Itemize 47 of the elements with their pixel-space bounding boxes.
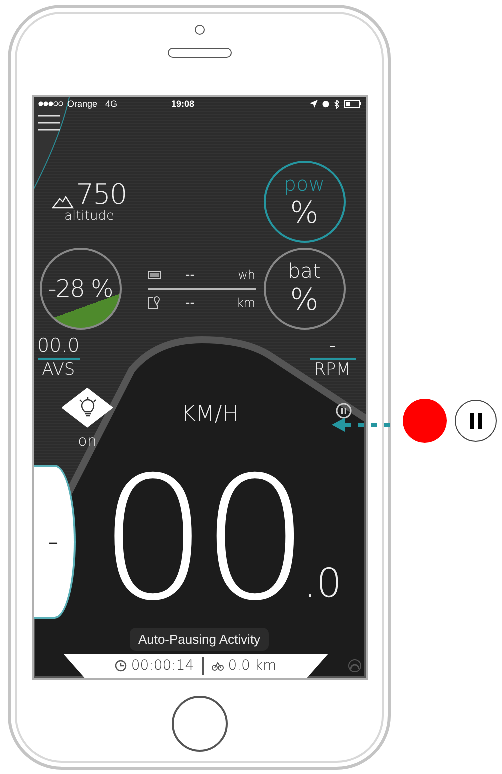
bluetooth-icon bbox=[334, 100, 340, 108]
pause-icon bbox=[469, 413, 483, 429]
grade-value: -28 % bbox=[48, 275, 113, 303]
trip-time: 00:00:14 bbox=[131, 658, 194, 674]
carrier-name: Orange bbox=[68, 99, 98, 109]
avs-label: AVS bbox=[42, 360, 76, 380]
mountain-icon bbox=[52, 194, 74, 208]
energy-value: -- bbox=[186, 268, 196, 282]
clock-icon bbox=[115, 660, 128, 672]
battery-label: bat bbox=[288, 260, 321, 280]
light-toggle[interactable] bbox=[62, 388, 114, 428]
speed-unit: KM/H bbox=[182, 402, 239, 428]
battery-value: % bbox=[290, 282, 319, 318]
speaker-slot bbox=[168, 48, 232, 58]
location-icon bbox=[310, 100, 318, 108]
dial-value: – bbox=[48, 530, 58, 554]
camera-dot bbox=[194, 25, 204, 35]
menu-button[interactable] bbox=[38, 113, 60, 133]
clock-time: 19:08 bbox=[172, 99, 195, 109]
avs-value: 00.0 bbox=[38, 336, 80, 360]
toast-message: Auto-Pausing Activity bbox=[130, 628, 269, 651]
signal-rings-icon bbox=[348, 659, 362, 673]
rpm-value: - bbox=[310, 336, 356, 360]
lightbulb-icon bbox=[76, 396, 98, 419]
battery-icon bbox=[148, 271, 162, 279]
map-pin-icon bbox=[148, 296, 162, 310]
power-value: % bbox=[290, 196, 319, 230]
light-state: on bbox=[78, 432, 97, 450]
altitude-label: altitude bbox=[64, 208, 114, 224]
callout-arrow bbox=[332, 418, 392, 432]
altitude-value: 750 bbox=[76, 180, 127, 208]
speed-value: 00 bbox=[100, 460, 304, 622]
network-type: 4G bbox=[106, 99, 118, 109]
pause-icon bbox=[336, 402, 352, 419]
power-label: pow bbox=[284, 174, 326, 194]
trip-distance: 0.0 km bbox=[228, 658, 277, 674]
menu-icon bbox=[38, 115, 60, 131]
speed-decimal: .0 bbox=[304, 564, 342, 604]
battery-status-icon bbox=[344, 100, 362, 108]
bike-icon bbox=[212, 660, 224, 672]
pause-button[interactable] bbox=[336, 402, 352, 419]
energy-value: -- bbox=[186, 296, 196, 310]
energy-unit: km bbox=[236, 296, 256, 310]
home-button[interactable] bbox=[172, 696, 228, 752]
energy-unit: wh bbox=[238, 268, 256, 282]
signal-icon bbox=[38, 101, 64, 107]
rpm-label: RPM bbox=[314, 360, 351, 380]
